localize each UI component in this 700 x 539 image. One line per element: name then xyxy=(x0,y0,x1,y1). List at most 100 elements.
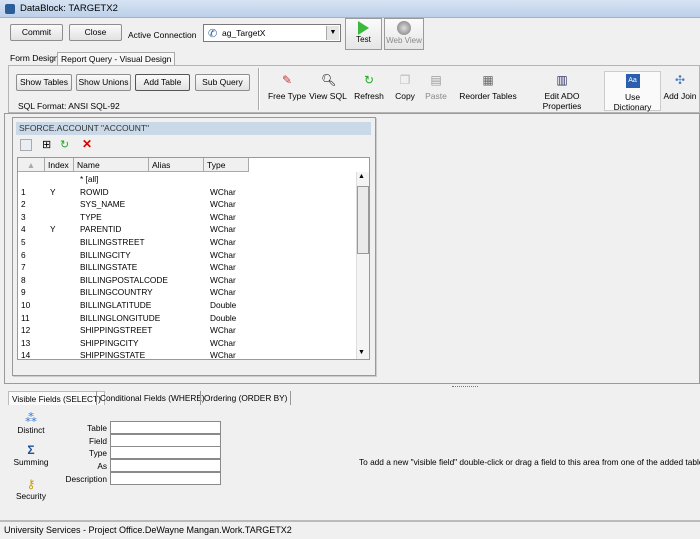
cell-name: BILLINGCOUNTRY xyxy=(80,287,153,298)
distinct-button[interactable]: ⁂ Distinct xyxy=(11,411,51,435)
table-row[interactable]: 14 SHIPPINGSTATE WChar xyxy=(18,349,358,360)
summing-button[interactable]: Σ Summing xyxy=(11,443,51,467)
view-sql-button[interactable]: 🔍︎ View SQL xyxy=(308,73,348,109)
tab-report-query[interactable]: Report Query - Visual Design xyxy=(57,52,176,65)
tab-visible-fields[interactable]: Visible Fields (SELECT) xyxy=(8,391,105,405)
cell-n: 9 xyxy=(21,287,26,298)
table-row[interactable]: 3 TYPE WChar xyxy=(18,211,358,224)
table-label: Table xyxy=(87,423,107,433)
cell-type: WChar xyxy=(210,287,236,298)
refresh-icon: ↻ xyxy=(363,73,375,87)
cell-type: WChar xyxy=(210,249,236,260)
description-label: Description xyxy=(65,474,107,484)
description-field[interactable] xyxy=(110,472,221,485)
cell-name: SYS_NAME xyxy=(80,199,126,210)
commit-button[interactable]: Commit xyxy=(10,24,63,41)
test-button[interactable]: Test xyxy=(345,18,382,50)
cell-name: SHIPPINGSTATE xyxy=(80,350,146,360)
cell-n: 10 xyxy=(21,300,31,310)
cell-n: 4 xyxy=(21,224,26,235)
table-panel-title[interactable]: SFORCE.ACCOUNT "ACCOUNT" xyxy=(16,122,371,135)
copy-button[interactable]: ❐ Copy xyxy=(391,73,419,109)
web-view-button[interactable]: Web View xyxy=(384,18,424,50)
remove-table-icon[interactable]: ✕ xyxy=(82,137,92,151)
add-join-button[interactable]: ✣ Add Join xyxy=(662,73,698,109)
close-button[interactable]: Close xyxy=(69,24,122,41)
cell-name: SHIPPINGSTREET xyxy=(80,325,153,336)
scroll-up-icon[interactable]: ▲ xyxy=(358,173,365,180)
free-type-button[interactable]: ✎ Free Type xyxy=(266,73,308,109)
cell-index: Y xyxy=(50,224,56,235)
tool-label: Copy xyxy=(395,91,415,101)
reorder-icon: ▦ xyxy=(482,73,494,87)
show-unions-button[interactable]: Show Unions xyxy=(76,74,131,91)
table-row[interactable]: 12 SHIPPINGSTREET WChar xyxy=(18,324,358,337)
table-row[interactable]: 2 SYS_NAME WChar xyxy=(18,198,358,211)
column-header-alias[interactable]: Alias xyxy=(149,158,204,172)
sub-query-button[interactable]: Sub Query xyxy=(195,74,250,91)
visible-fields-hint: To add a new "visible field" double-clic… xyxy=(359,457,700,467)
cell-type: WChar xyxy=(210,262,236,273)
add-table-button[interactable]: Add Table xyxy=(135,74,190,91)
column-header-type[interactable]: Type xyxy=(204,158,249,172)
cell-name: BILLINGLATITUDE xyxy=(80,300,152,310)
refresh-table-icon[interactable]: ↻ xyxy=(60,138,69,151)
tool-label: Paste xyxy=(425,91,447,101)
column-header-index[interactable]: Index xyxy=(45,158,74,172)
table-row[interactable]: 4 Y PARENTID WChar xyxy=(18,223,358,236)
cell-name: * [all] xyxy=(80,174,99,184)
toolbar-separator xyxy=(258,68,260,110)
tool-label: Use Dictionary xyxy=(613,92,652,112)
table-row[interactable]: * [all] xyxy=(18,173,358,186)
cell-name: BILLINGCITY xyxy=(80,249,131,260)
table-row[interactable]: 11 BILLINGLONGITUDE Double xyxy=(18,312,358,325)
use-dictionary-button[interactable]: Aa Use Dictionary xyxy=(604,71,661,112)
column-header-sort[interactable]: ▲ xyxy=(18,158,45,172)
field-field[interactable] xyxy=(110,434,221,447)
type-label: Type xyxy=(89,448,107,458)
cell-type: WChar xyxy=(210,325,236,336)
join-icon: ✣ xyxy=(674,73,686,87)
properties-icon: ▥ xyxy=(556,73,568,87)
column-header-name[interactable]: Name xyxy=(74,158,149,172)
tab-ordering[interactable]: Ordering (ORDER BY) xyxy=(200,391,292,405)
splitter-handle[interactable] xyxy=(452,386,478,387)
tab-form-design[interactable]: Form Design xyxy=(7,52,62,65)
edit-ado-properties-button[interactable]: ▥ Edit ADO Properties xyxy=(524,73,600,111)
table-field[interactable] xyxy=(110,421,221,434)
scroll-down-icon[interactable]: ▼ xyxy=(358,349,365,356)
cell-n: 7 xyxy=(21,262,26,273)
table-row[interactable]: 13 SHIPPINGCITY WChar xyxy=(18,337,358,350)
chevron-down-icon[interactable]: ▼ xyxy=(326,26,339,40)
app-icon xyxy=(5,4,15,14)
type-field[interactable] xyxy=(110,446,221,459)
table-row[interactable]: 7 BILLINGSTATE WChar xyxy=(18,261,358,274)
play-icon xyxy=(358,21,369,35)
field-label: Field xyxy=(89,436,107,446)
cell-n: 14 xyxy=(21,350,31,360)
tab-conditional-fields[interactable]: Conditional Fields (WHERE) xyxy=(96,391,208,405)
scroll-thumb[interactable] xyxy=(357,186,369,254)
cell-type: WChar xyxy=(210,337,236,348)
as-field[interactable] xyxy=(110,459,221,472)
table-row[interactable]: 6 BILLINGCITY WChar xyxy=(18,249,358,262)
paste-button[interactable]: ▤ Paste xyxy=(422,73,450,109)
refresh-button[interactable]: ↻ Refresh xyxy=(351,73,387,109)
cell-name: BILLINGSTATE xyxy=(80,262,138,273)
table-row[interactable]: 1 Y ROWID WChar xyxy=(18,186,358,199)
connection-value: ag_TargetX xyxy=(222,28,266,38)
security-button[interactable]: ⚷ Security xyxy=(11,477,51,501)
columns-icon[interactable] xyxy=(20,139,32,151)
fields-grid[interactable]: ▲ Index Name Alias Type * [all] 1 Y ROWID WC… xyxy=(17,157,370,360)
reorder-tables-button[interactable]: ▦ Reorder Tables xyxy=(458,73,518,109)
tool-label: Refresh xyxy=(354,91,384,101)
table-row[interactable]: 10 BILLINGLATITUDE Double xyxy=(18,299,358,312)
table-row[interactable]: 9 BILLINGCOUNTRY WChar xyxy=(18,286,358,299)
sql-format-label: SQL Format: ANSI SQL-92 xyxy=(18,101,120,111)
table-row[interactable]: 5 BILLINGSTREET WChar xyxy=(18,236,358,249)
table-row[interactable]: 8 BILLINGPOSTALCODE WChar xyxy=(18,274,358,287)
find-icon[interactable]: ⊞ xyxy=(42,138,51,151)
cell-n: 5 xyxy=(21,237,26,247)
connection-select[interactable]: ✆ ag_TargetX ▼ xyxy=(203,24,341,42)
show-tables-button[interactable]: Show Tables xyxy=(16,74,72,91)
